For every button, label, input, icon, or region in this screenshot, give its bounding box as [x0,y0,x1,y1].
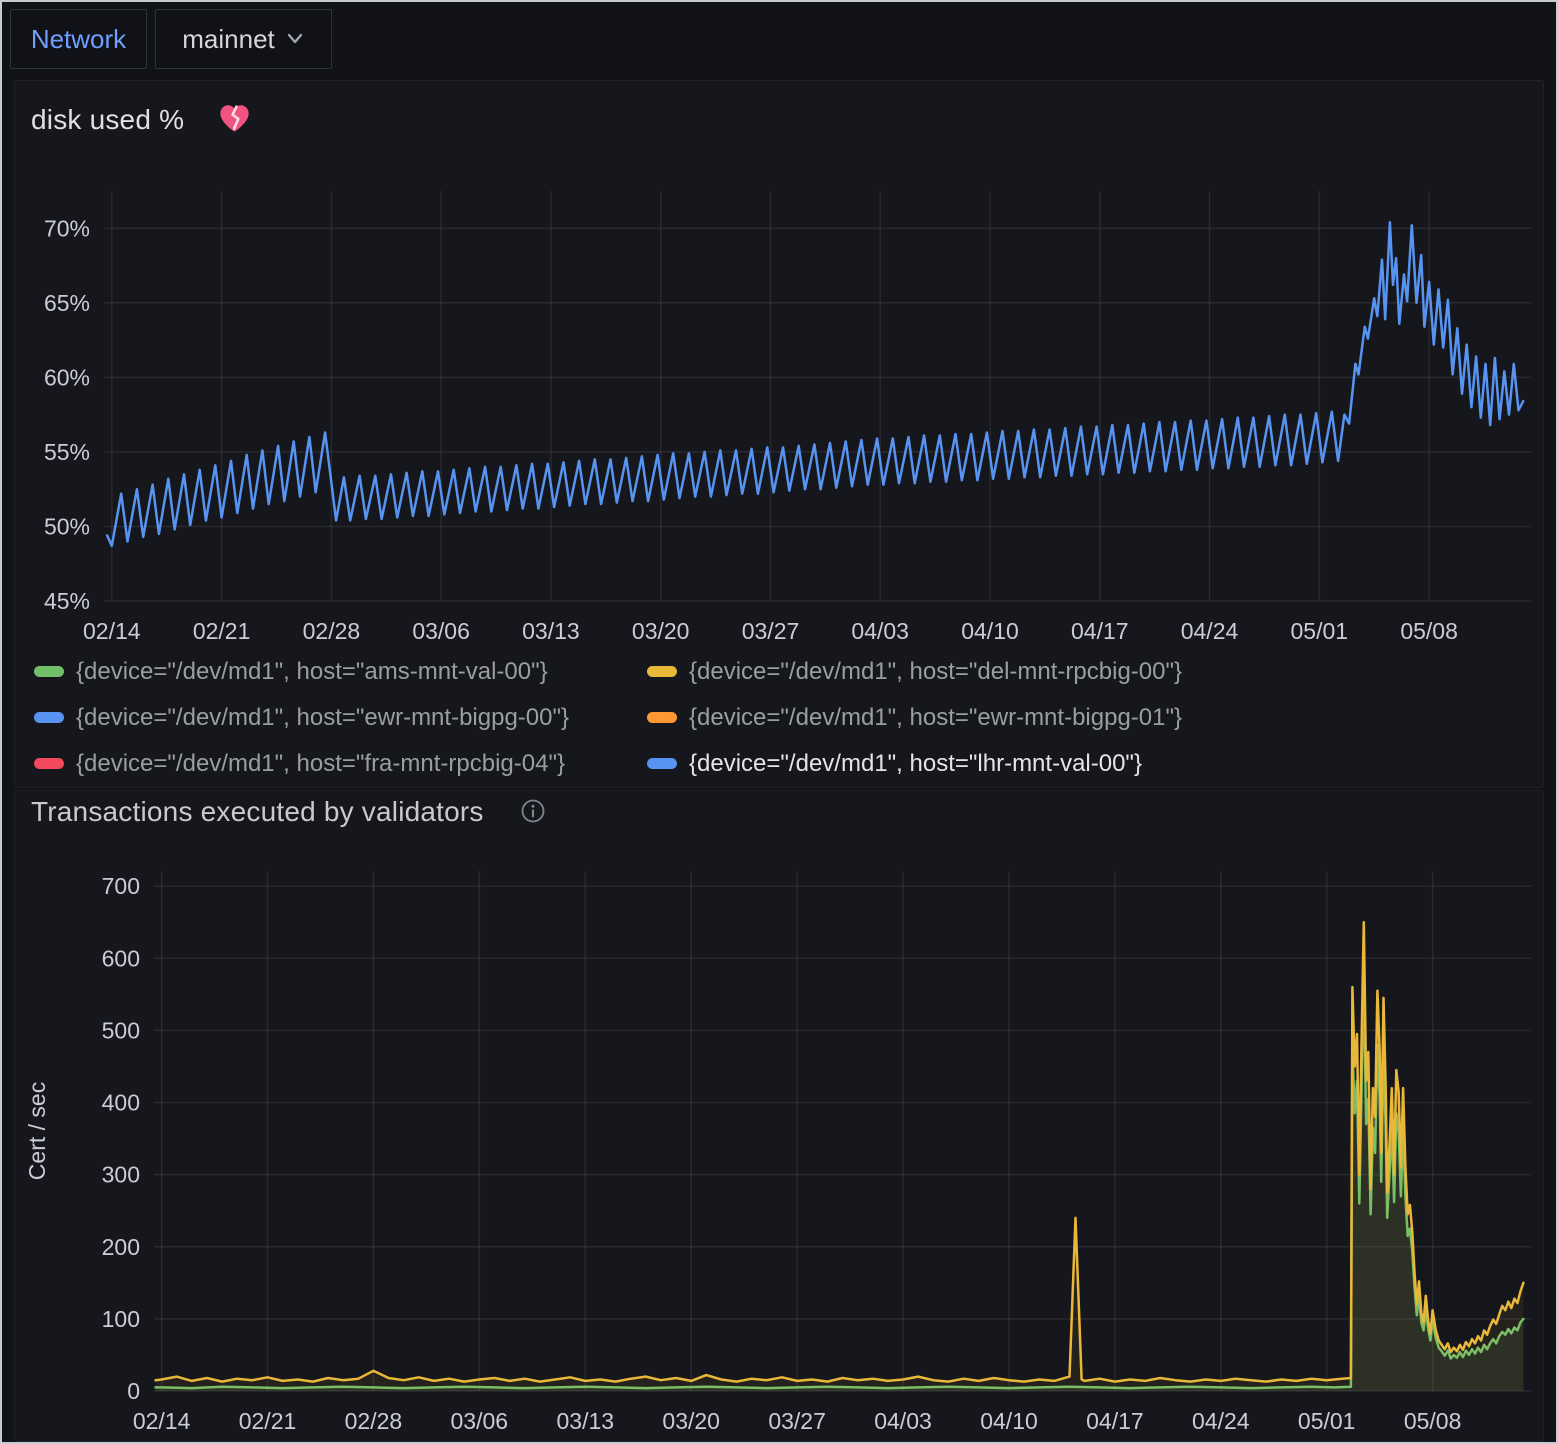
x-axis-tick-label: 04/03 [851,618,909,644]
x-axis-tick-label: 02/28 [303,618,361,644]
x-axis-tick-label: 03/06 [451,1408,509,1434]
network-variable-label-text: Network [31,24,126,55]
variables-toolbar: Network mainnet [2,2,1556,78]
x-axis-tick-label: 04/03 [874,1408,932,1434]
panel-title-disk-used[interactable]: disk used % [31,104,184,136]
legend-label: {device="/dev/md1", host="ewr-mnt-bigpg-… [689,704,1182,731]
x-axis-tick-label: 02/28 [345,1408,403,1434]
x-axis-tick-label: 02/21 [193,618,251,644]
y-axis-tick-label: 600 [102,945,140,971]
y-axis-tick-label: 100 [102,1306,140,1332]
y-axis-tick-label: 55% [44,439,90,465]
series-fill-ams-mnt-val-00 [156,973,1524,1391]
legend-item-ewr-mnt-bigpg-01[interactable]: {device="/dev/md1", host="ewr-mnt-bigpg-… [647,704,1530,731]
x-axis-tick-label: 02/14 [133,1408,191,1434]
legend-label: {device="/dev/md1", host="lhr-mnt-val-00… [689,750,1142,777]
legend-label: {device="/dev/md1", host="ewr-mnt-bigpg-… [76,704,569,731]
x-axis-tick-label: 05/01 [1291,618,1349,644]
x-axis-tick-label: 04/17 [1086,1408,1144,1434]
panel-transactions: Transactions executed by validators 700 6… [14,790,1544,1442]
x-axis-tick-label: 05/01 [1298,1408,1356,1434]
network-variable-label[interactable]: Network [10,9,147,69]
y-axis-tick-label: 200 [102,1234,140,1260]
y-axis-tick-label: 500 [102,1017,140,1043]
legend-item-fra-mnt-rpcbig-04[interactable]: {device="/dev/md1", host="fra-mnt-rpcbig… [34,750,647,777]
y-axis-tick-label: 45% [44,588,90,614]
network-variable-value: mainnet [182,24,275,55]
x-axis-tick-label: 04/24 [1192,1408,1250,1434]
x-axis-tick-label: 04/10 [980,1408,1038,1434]
y-axis-tick-label: 400 [102,1090,140,1116]
series-color-marker [647,758,677,769]
series-line-del-mnt-rpcbig-00 [156,922,1524,1381]
legend-label: {device="/dev/md1", host="ams-mnt-val-00… [76,658,548,685]
series-color-marker [647,666,677,677]
info-icon[interactable] [520,798,546,829]
x-axis-tick-label: 05/08 [1404,1408,1462,1434]
disk-used-legend: {device="/dev/md1", host="ams-mnt-val-00… [34,658,1530,777]
x-axis-tick-label: 03/27 [768,1408,826,1434]
x-axis-tick-label: 05/08 [1400,618,1458,644]
x-axis-tick-label: 03/20 [662,1408,720,1434]
x-axis-tick-label: 03/13 [557,1408,615,1434]
y-axis-tick-label: 60% [44,364,90,390]
legend-item-ewr-mnt-bigpg-00[interactable]: {device="/dev/md1", host="ewr-mnt-bigpg-… [34,704,647,731]
y-axis-tick-label: 700 [102,873,140,899]
legend-item-ams-mnt-val-00[interactable]: {device="/dev/md1", host="ams-mnt-val-00… [34,658,647,685]
legend-item-lhr-mnt-val-00[interactable]: {device="/dev/md1", host="lhr-mnt-val-00… [647,750,1530,777]
legend-item-del-mnt-rpcbig-00[interactable]: {device="/dev/md1", host="del-mnt-rpcbig… [647,658,1530,685]
legend-label: {device="/dev/md1", host="fra-mnt-rpcbig… [76,750,565,777]
x-axis-tick-label: 02/21 [239,1408,297,1434]
x-axis-tick-label: 03/13 [522,618,580,644]
chevron-down-icon [285,32,305,51]
x-axis-tick-label: 03/27 [742,618,800,644]
series-color-marker [34,712,64,723]
legend-label: {device="/dev/md1", host="del-mnt-rpcbig… [689,658,1182,685]
y-axis-title: Cert / sec [24,1082,50,1180]
x-axis-tick-label: 04/10 [961,618,1019,644]
series-color-marker [647,712,677,723]
x-axis-tick-label: 02/14 [83,618,141,644]
disk-used-chart[interactable]: 70% 65% 60% 55% 50% 45% 02/14 02/21 02/28 03/06 03… [15,176,1545,666]
panel-disk-used: disk used % 70% 65% 60% 55% 50% 45% 02/14 02/21… [14,80,1544,788]
transactions-chart[interactable]: 700 600 500 400 300 200 100 0 02/14 02/21 02/28 03/… [15,849,1545,1441]
network-variable-dropdown[interactable]: mainnet [155,9,332,69]
y-axis-tick-label: 300 [102,1162,140,1188]
series-color-marker [34,666,64,677]
grafana-dashboard: Network mainnet disk used % 70% 65% 60% 55%… [0,0,1558,1444]
alert-heart-break-icon [218,103,251,139]
y-axis-tick-label: 65% [44,290,90,316]
y-axis-tick-label: 50% [44,514,90,540]
series-line-ams-mnt-val-00 [156,973,1524,1388]
panel-title-transactions[interactable]: Transactions executed by validators [31,796,484,828]
x-axis-tick-label: 03/20 [632,618,690,644]
series-line-lhr-mnt-val-00 [107,222,1523,546]
series-color-marker [34,758,64,769]
y-axis-tick-label: 70% [44,215,90,241]
x-axis-tick-label: 03/06 [412,618,470,644]
x-axis-tick-label: 04/24 [1181,618,1239,644]
y-axis-tick-label: 0 [127,1378,140,1404]
series-fill-del-mnt-rpcbig-00 [156,922,1524,1391]
x-axis-tick-label: 04/17 [1071,618,1129,644]
